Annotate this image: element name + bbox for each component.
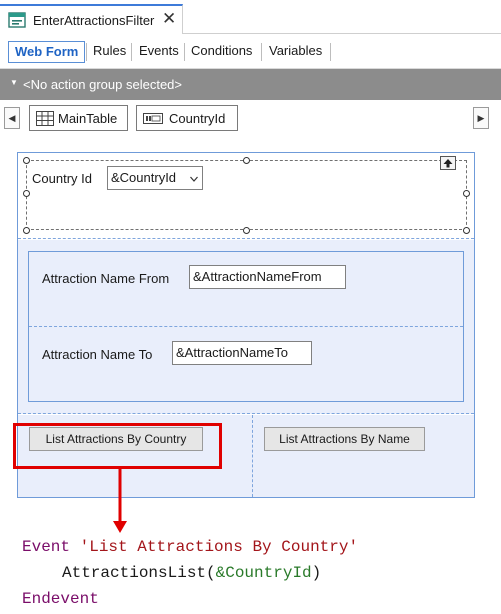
country-id-combo-value: &CountryId: [111, 170, 177, 185]
code-keyword: Endevent: [22, 590, 99, 608]
document-tab[interactable]: EnterAttractionsFilter ✕: [0, 4, 183, 34]
resize-handle[interactable]: [243, 227, 250, 234]
resize-handle[interactable]: [243, 157, 250, 164]
scroll-right-button[interactable]: ▶: [473, 107, 489, 129]
cell-divider: [252, 415, 253, 497]
breadcrumb-item-countryid[interactable]: CountryId: [136, 105, 238, 131]
tab-web-form[interactable]: Web Form: [8, 41, 86, 63]
tab-separator: [131, 43, 132, 61]
tab-separator: [330, 43, 331, 61]
tab-events[interactable]: Events: [135, 41, 183, 63]
action-group-label: <No action group selected>: [23, 77, 182, 92]
close-icon[interactable]: ✕: [162, 9, 176, 29]
editor-subtab-bar: Web Form Rules Events Conditions Variabl…: [0, 35, 501, 69]
country-id-label: Country Id: [32, 171, 92, 186]
web-panel-icon: [8, 12, 26, 28]
tab-variables[interactable]: Variables: [265, 41, 326, 63]
tab-separator: [261, 43, 262, 61]
resize-handle[interactable]: [23, 157, 30, 164]
tab-separator: [184, 43, 185, 61]
tab-rules[interactable]: Rules: [89, 41, 130, 63]
resize-handle[interactable]: [23, 227, 30, 234]
resize-handle[interactable]: [23, 190, 30, 197]
document-tab-title: EnterAttractionsFilter: [33, 13, 155, 28]
resize-handle[interactable]: [463, 227, 470, 234]
dropdown-arrow-icon[interactable]: ▼: [10, 78, 18, 87]
code-call: AttractionsList(: [62, 564, 216, 582]
scroll-left-button[interactable]: ◀: [4, 107, 20, 129]
attraction-name-to-label: Attraction Name To: [42, 347, 153, 362]
action-group-bar[interactable]: ▼ <No action group selected>: [0, 69, 501, 100]
selection-frame: [26, 160, 467, 230]
code-close-paren: ): [311, 564, 322, 582]
table-grid-icon: [36, 111, 54, 126]
annotation-arrow-icon: [113, 469, 127, 533]
field-attribute-icon: [143, 113, 163, 124]
move-up-button[interactable]: [440, 156, 456, 170]
chevron-down-icon: [190, 176, 198, 182]
code-line-call: AttractionsList(&CountryId): [62, 563, 321, 583]
row-divider: [29, 326, 463, 327]
resize-handle[interactable]: [463, 190, 470, 197]
move-up-icon: [443, 159, 453, 168]
attraction-name-from-label: Attraction Name From: [42, 271, 170, 286]
country-id-combo[interactable]: &CountryId: [107, 166, 203, 190]
code-keyword: Event: [22, 538, 71, 556]
tab-conditions[interactable]: Conditions: [187, 41, 256, 63]
code-line-endevent: Endevent: [22, 589, 99, 609]
list-attractions-by-name-button[interactable]: List Attractions By Name: [264, 427, 425, 451]
highlight-box: [13, 423, 222, 469]
attraction-name-to-field[interactable]: &AttractionNameTo: [172, 341, 312, 365]
breadcrumb-label: MainTable: [58, 111, 118, 126]
attraction-name-from-field[interactable]: &AttractionNameFrom: [189, 265, 346, 289]
tab-separator: [86, 43, 87, 61]
breadcrumb-label: CountryId: [169, 111, 226, 126]
code-string: 'List Attractions By Country': [79, 538, 359, 556]
breadcrumb-item-maintable[interactable]: MainTable: [29, 105, 128, 131]
code-variable: &CountryId: [215, 564, 312, 582]
code-line-event: Event 'List Attractions By Country': [22, 537, 358, 557]
